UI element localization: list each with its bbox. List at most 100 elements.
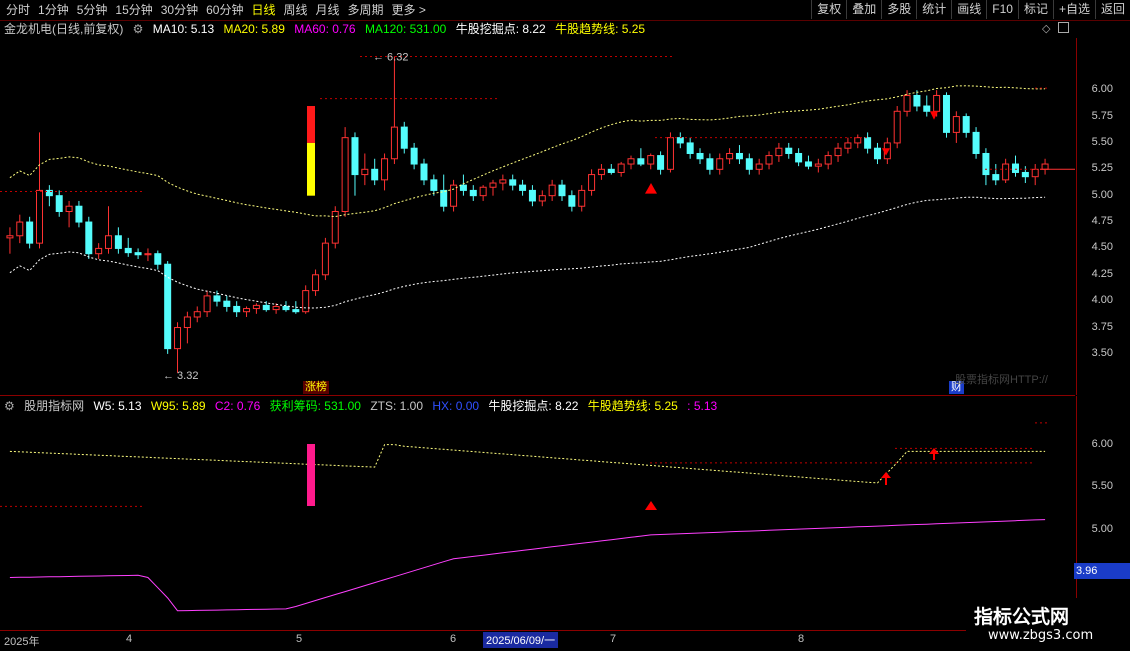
candle-body <box>607 168 615 173</box>
action-button-4[interactable]: 画线 <box>951 0 986 19</box>
period-tab-9[interactable]: 多周期 <box>344 1 388 19</box>
candle-body <box>282 305 290 311</box>
candle-body <box>716 158 724 170</box>
candle-body <box>666 137 674 170</box>
period-tab-3[interactable]: 15分钟 <box>111 1 156 19</box>
candle-body <box>302 290 310 313</box>
candle-body <box>657 155 665 170</box>
price-tick-5: 4.75 <box>1091 215 1113 228</box>
candle-body <box>26 221 34 244</box>
candle-body <box>469 189 477 197</box>
ind-tick-2: 5.00 <box>1091 522 1113 535</box>
gear-icon[interactable]: ⚙ <box>4 399 15 413</box>
signal-bar-red <box>307 106 315 143</box>
square-icon[interactable] <box>1058 22 1069 33</box>
stock-title[interactable]: 金龙机电(日线,前复权) <box>4 22 123 36</box>
candle-body <box>1002 163 1010 181</box>
logo-url: www.zbgs3.com <box>988 628 1094 643</box>
candle-body <box>775 147 783 157</box>
indicator-axis: 6.005.505.004.50 <box>1076 396 1130 630</box>
candlestick-chart[interactable]: ← 6.32 ← 3.32 <box>0 38 1075 395</box>
candle-body <box>361 168 369 176</box>
w95-label: W95: 5.89 <box>150 399 206 413</box>
candle-body <box>597 168 605 176</box>
date-month-4: 4 <box>126 633 133 645</box>
period-tab-6[interactable]: 日线 <box>247 1 279 19</box>
hx-label: HX: 0.00 <box>432 399 480 413</box>
candle-body <box>933 94 941 112</box>
candle-body <box>390 126 398 160</box>
indicator-chart[interactable] <box>0 414 1075 630</box>
candle-body <box>489 182 497 188</box>
period-tab-5[interactable]: 60分钟 <box>202 1 247 19</box>
action-button-3[interactable]: 统计 <box>916 0 951 19</box>
candle-body <box>459 184 467 191</box>
period-tab-7[interactable]: 周线 <box>279 1 311 19</box>
candle-body <box>538 195 546 202</box>
action-button-1[interactable]: 叠加 <box>846 0 881 19</box>
candle-body <box>134 252 142 256</box>
candle-body <box>213 295 221 302</box>
candle-body <box>252 304 260 310</box>
price-tick-7: 4.25 <box>1091 267 1113 280</box>
action-button-6[interactable]: 标记 <box>1017 0 1053 19</box>
candle-body <box>528 189 536 202</box>
gear-icon[interactable]: ⚙ <box>133 22 144 36</box>
ma20-label: MA20: 5.89 <box>223 22 285 36</box>
diamond-icon[interactable]: ◇ <box>1042 22 1050 35</box>
indicator-title[interactable]: 股朋指标网 <box>24 399 84 413</box>
period-tab-8[interactable]: 月线 <box>312 1 344 19</box>
action-button-8[interactable]: 返回 <box>1094 0 1130 19</box>
candle-body <box>588 174 596 191</box>
price-tick-6: 4.50 <box>1091 241 1113 254</box>
candle-body <box>430 179 438 191</box>
candle-body <box>972 131 980 154</box>
indicator-axis-value: 3.96 <box>1074 563 1130 579</box>
candle-body <box>982 152 990 176</box>
candle-body <box>164 263 172 350</box>
zhangting-tag[interactable]: 涨榜 <box>303 381 329 394</box>
candle-body <box>1011 163 1019 173</box>
candle-body <box>16 221 24 237</box>
candle-body <box>95 247 103 255</box>
candle-body <box>647 155 655 165</box>
main-chart-panel[interactable]: ← 6.32 ← 3.32 <box>0 38 1075 396</box>
trend-label: 牛股趋势线: 5.25 <box>555 22 646 36</box>
candle-body <box>785 147 793 154</box>
candle-body <box>124 247 132 254</box>
candle-body <box>913 94 921 107</box>
candle-body <box>864 137 872 149</box>
action-button-2[interactable]: 多股 <box>881 0 916 19</box>
period-tab-1[interactable]: 1分钟 <box>34 1 73 19</box>
action-button-0[interactable]: 复权 <box>811 0 846 19</box>
action-button-5[interactable]: F10 <box>986 0 1018 19</box>
zts-label: ZTS: 1.00 <box>370 399 424 413</box>
signal-bar-yellow <box>307 142 315 196</box>
candle-body <box>745 158 753 170</box>
period-tab-0[interactable]: 分时 <box>2 1 34 19</box>
price-tick-3: 5.25 <box>1091 162 1113 175</box>
candle-body <box>55 195 63 212</box>
candle-body <box>243 308 251 313</box>
candle-body <box>292 309 300 313</box>
period-tab-10[interactable]: 更多 > <box>388 1 430 19</box>
candle-body <box>144 253 152 256</box>
date-cursor: 2025/06/09/一 <box>483 632 559 648</box>
candle-body <box>65 205 73 212</box>
candle-body <box>844 142 852 149</box>
period-tabs: 分时 1分钟 5分钟 15分钟 30分钟 60分钟 日线 周线 月线 多周期 更多 > <box>2 1 430 19</box>
action-buttons: 复权 叠加 多股 统计 画线 F10 标记 +自选 返回 <box>811 0 1130 19</box>
candle-body <box>174 327 182 350</box>
action-button-7[interactable]: +自选 <box>1052 0 1095 19</box>
ind-up-arrow-icon <box>881 472 891 485</box>
period-tab-2[interactable]: 5分钟 <box>73 1 112 19</box>
candle-body <box>341 137 349 212</box>
logo-title: 指标公式网 <box>974 606 1070 628</box>
candle-body <box>735 152 743 160</box>
date-month-6: 6 <box>450 633 457 645</box>
watermark-text: 股票指标网HTTP:// <box>955 374 1048 386</box>
period-tab-4[interactable]: 30分钟 <box>157 1 202 19</box>
indicator-panel[interactable] <box>0 414 1075 630</box>
w5-label: W5: 5.13 <box>93 399 142 413</box>
candle-body <box>75 205 83 223</box>
